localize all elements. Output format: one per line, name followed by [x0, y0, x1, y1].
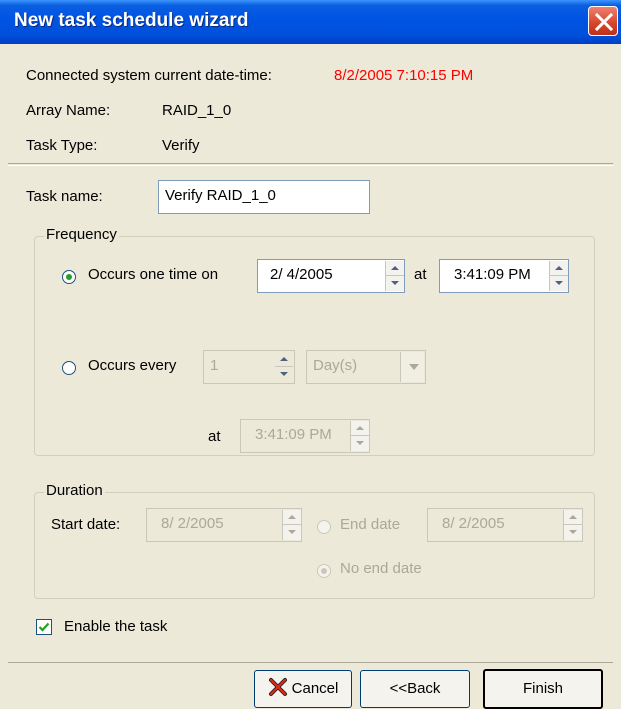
window-title: New task schedule wizard [14, 10, 249, 31]
once-time-value: 3:41:09 PM [454, 266, 531, 283]
no-end-date-label[interactable]: No end date [340, 560, 422, 577]
every-at-label: at [208, 428, 221, 445]
divider [8, 165, 613, 166]
title-bar: New task schedule wizard [0, 0, 621, 44]
every-time-value: 3:41:09 PM [255, 426, 332, 443]
task-type-label: Task Type: [26, 137, 98, 154]
end-date-radio[interactable] [317, 520, 331, 534]
every-time-spinner[interactable] [350, 421, 369, 451]
enable-task-checkbox[interactable] [36, 619, 52, 635]
spinner-up-icon[interactable] [550, 261, 568, 276]
spinner-down-icon[interactable] [283, 525, 301, 540]
once-date-value: 2/ 4/2005 [270, 266, 333, 283]
end-date-input[interactable]: 8/ 2/2005 [427, 508, 583, 542]
start-date-value: 8/ 2/2005 [161, 515, 224, 532]
spinner-down-icon[interactable] [275, 367, 293, 382]
occurs-once-label[interactable]: Occurs one time on [88, 266, 218, 283]
task-type-value: Verify [162, 137, 200, 154]
back-label: <<Back [389, 680, 441, 697]
spinner-up-icon[interactable] [275, 352, 293, 367]
occurs-every-label[interactable]: Occurs every [88, 357, 176, 374]
once-at-label: at [414, 266, 427, 283]
finish-label: Finish [522, 680, 563, 697]
close-button[interactable] [588, 6, 618, 36]
spinner-down-icon[interactable] [351, 436, 369, 451]
end-date-value: 8/ 2/2005 [442, 515, 505, 532]
duration-legend: Duration [44, 482, 105, 499]
checkmark-icon [38, 622, 50, 632]
enable-task-label[interactable]: Enable the task [64, 618, 167, 635]
spinner-up-icon[interactable] [351, 421, 369, 436]
back-button[interactable]: <<Back [360, 670, 470, 708]
occurs-every-radio[interactable] [62, 361, 76, 375]
cancel-button[interactable]: Cancel [254, 670, 352, 708]
every-count-spinner[interactable] [275, 352, 293, 382]
connected-time-value: 8/2/2005 7:10:15 PM [334, 67, 474, 84]
array-name-label: Array Name: [26, 102, 111, 119]
start-date-spinner[interactable] [282, 510, 301, 540]
spinner-down-icon[interactable] [386, 276, 404, 291]
bottom-divider [8, 662, 613, 663]
connected-time-label: Connected system current date-time: [26, 67, 272, 84]
once-date-input[interactable]: 2/ 4/2005 [257, 259, 405, 293]
no-end-date-radio[interactable] [317, 564, 331, 578]
once-time-spinner[interactable] [549, 261, 568, 291]
task-name-input[interactable]: Verify RAID_1_0 [158, 180, 370, 214]
occurs-once-radio[interactable] [62, 270, 76, 284]
spinner-up-icon[interactable] [386, 261, 404, 276]
close-icon [595, 13, 613, 31]
frequency-legend: Frequency [44, 226, 119, 243]
chevron-down-icon[interactable] [400, 352, 424, 382]
spinner-down-icon[interactable] [550, 276, 568, 291]
spinner-down-icon[interactable] [564, 525, 582, 540]
end-date-spinner[interactable] [563, 510, 582, 540]
spinner-up-icon[interactable] [283, 510, 301, 525]
end-date-label[interactable]: End date [340, 516, 400, 533]
spinner-up-icon[interactable] [564, 510, 582, 525]
finish-button[interactable]: Finish [483, 669, 603, 709]
start-date-label: Start date: [51, 516, 121, 533]
cancel-label: Cancel [291, 680, 339, 697]
once-date-spinner[interactable] [385, 261, 404, 291]
array-name-value: RAID_1_0 [162, 102, 232, 119]
start-date-input[interactable]: 8/ 2/2005 [146, 508, 302, 542]
task-name-label: Task name: [26, 188, 103, 205]
x-mark-icon [268, 678, 287, 696]
wizard-window: New task schedule wizard Connected syste… [0, 0, 621, 709]
